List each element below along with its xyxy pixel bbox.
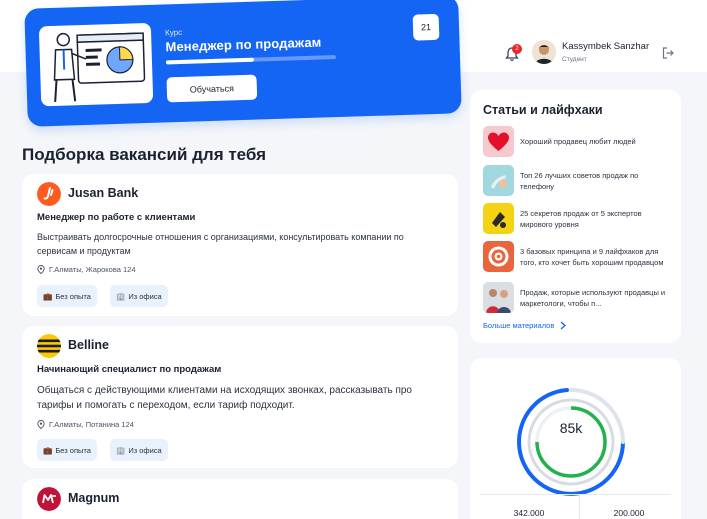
- vacancy-title[interactable]: Начинающий специалист по продажам: [37, 364, 221, 375]
- briefcase-icon: 💼: [43, 445, 53, 455]
- vacancy-company: Magnum: [68, 491, 120, 505]
- vacancy-address: Г.Алматы, Жарокова 124: [49, 265, 136, 274]
- vacancy-company: Belline: [68, 338, 109, 352]
- tag-label: Из офиса: [128, 445, 162, 455]
- vacancy-card[interactable]: Jusan Bank Менеджер по работе с клиентам…: [22, 174, 458, 316]
- article-thumbnail: [483, 165, 514, 196]
- stats-divider: [579, 494, 580, 519]
- article-title: 25 секретов продаж от 5 экспертов мирово…: [520, 208, 642, 229]
- beeline-logo: [37, 334, 61, 358]
- article-item[interactable]: Топ 26 лучших советов продаж по телефону: [483, 165, 673, 196]
- course-banner[interactable]: Курс Менеджер по продажам Обучаться 21: [24, 0, 462, 127]
- stat-value-left: 342.000: [513, 508, 545, 518]
- vacancy-address: Г.Алматы, Потанина 124: [49, 420, 134, 429]
- user-role: Студент: [562, 56, 587, 63]
- more-materials-link[interactable]: Больше материалов: [483, 321, 567, 330]
- article-item[interactable]: Продаж, которые используют продавцы и ма…: [483, 282, 673, 313]
- article-title: 3 базовых принципа и 9 лайфхаков для тог…: [520, 246, 664, 267]
- logout-icon[interactable]: [661, 46, 675, 60]
- article-item[interactable]: 3 базовых принципа и 9 лайфхаков для тог…: [483, 241, 673, 272]
- article-thumbnail: [483, 241, 514, 272]
- office-building-icon: 🏢: [116, 445, 126, 455]
- course-title: Менеджер по продажам: [165, 34, 322, 55]
- vacancy-card[interactable]: Magnum: [22, 479, 458, 519]
- vacancy-address-row: Г.Алматы, Жарокова 124: [37, 265, 136, 274]
- vacancy-title[interactable]: Менеджер по работе с клиентами: [37, 212, 195, 223]
- chevron-right-icon: [560, 321, 567, 330]
- vacancy-description: Выстраивать долгосрочные отношения с орг…: [37, 232, 404, 256]
- tag-experience: 💼 Без опыта: [37, 439, 97, 461]
- tag-label: Из офиса: [128, 291, 162, 301]
- course-illustration: [38, 22, 154, 107]
- articles-panel: Статьи и лайфхаки Хороший продавец любит…: [470, 90, 681, 343]
- tag-label: Без опыта: [55, 291, 91, 301]
- course-kicker: Курс: [164, 27, 183, 38]
- more-materials-label: Больше материалов: [483, 321, 555, 330]
- vacancy-description: Общаться с действующими клиентами на исх…: [37, 385, 412, 411]
- user-name[interactable]: Kassymbek Sanzhar: [562, 41, 649, 52]
- gauge-center-value: 85k: [559, 420, 583, 436]
- office-building-icon: 🏢: [116, 291, 126, 301]
- articles-title: Статьи и лайфхаки: [483, 103, 603, 117]
- vacancies-section-title: Подборка вакансий для тебя: [22, 145, 267, 164]
- stat-value-right: 200.000: [613, 508, 645, 518]
- magnum-logo: [37, 487, 61, 511]
- article-title: Хороший продавец любит людей: [520, 137, 636, 146]
- jusan-bank-logo: [37, 182, 61, 206]
- stats-panel: 85k 342.000 200.000: [470, 358, 681, 519]
- avatar[interactable]: [532, 40, 556, 64]
- course-progress-bar: [165, 55, 336, 65]
- course-progress-fill: [165, 57, 255, 65]
- article-title: Топ 26 лучших советов продаж по телефону: [520, 170, 639, 191]
- location-pin-icon: [37, 420, 45, 429]
- vacancy-card[interactable]: Belline Начинающий специалист по продажа…: [22, 326, 458, 468]
- vacancy-company: Jusan Bank: [68, 186, 139, 200]
- tag-label: Без опыта: [55, 445, 91, 455]
- tag-office: 🏢 Из офиса: [110, 439, 168, 461]
- article-thumbnail: [483, 203, 514, 234]
- article-item[interactable]: Хороший продавец любит людей: [483, 126, 673, 157]
- tag-office: 🏢 Из офиса: [110, 285, 168, 307]
- tag-experience: 💼 Без опыта: [37, 285, 97, 307]
- vacancy-address-row: Г.Алматы, Потанина 124: [37, 420, 134, 429]
- location-pin-icon: [37, 265, 45, 274]
- stats-divider: [480, 494, 671, 495]
- article-item[interactable]: 25 секретов продаж от 5 экспертов мирово…: [483, 203, 673, 234]
- article-title: Продаж, которые используют продавцы и ма…: [520, 287, 666, 308]
- progress-gauge: [517, 388, 625, 496]
- notification-count-badge: 2: [512, 44, 522, 54]
- start-learning-button[interactable]: Обучаться: [166, 74, 258, 103]
- briefcase-icon: 💼: [43, 291, 53, 301]
- article-thumbnail: [483, 126, 514, 157]
- course-count-badge[interactable]: 21: [412, 13, 440, 41]
- article-thumbnail: [483, 282, 514, 313]
